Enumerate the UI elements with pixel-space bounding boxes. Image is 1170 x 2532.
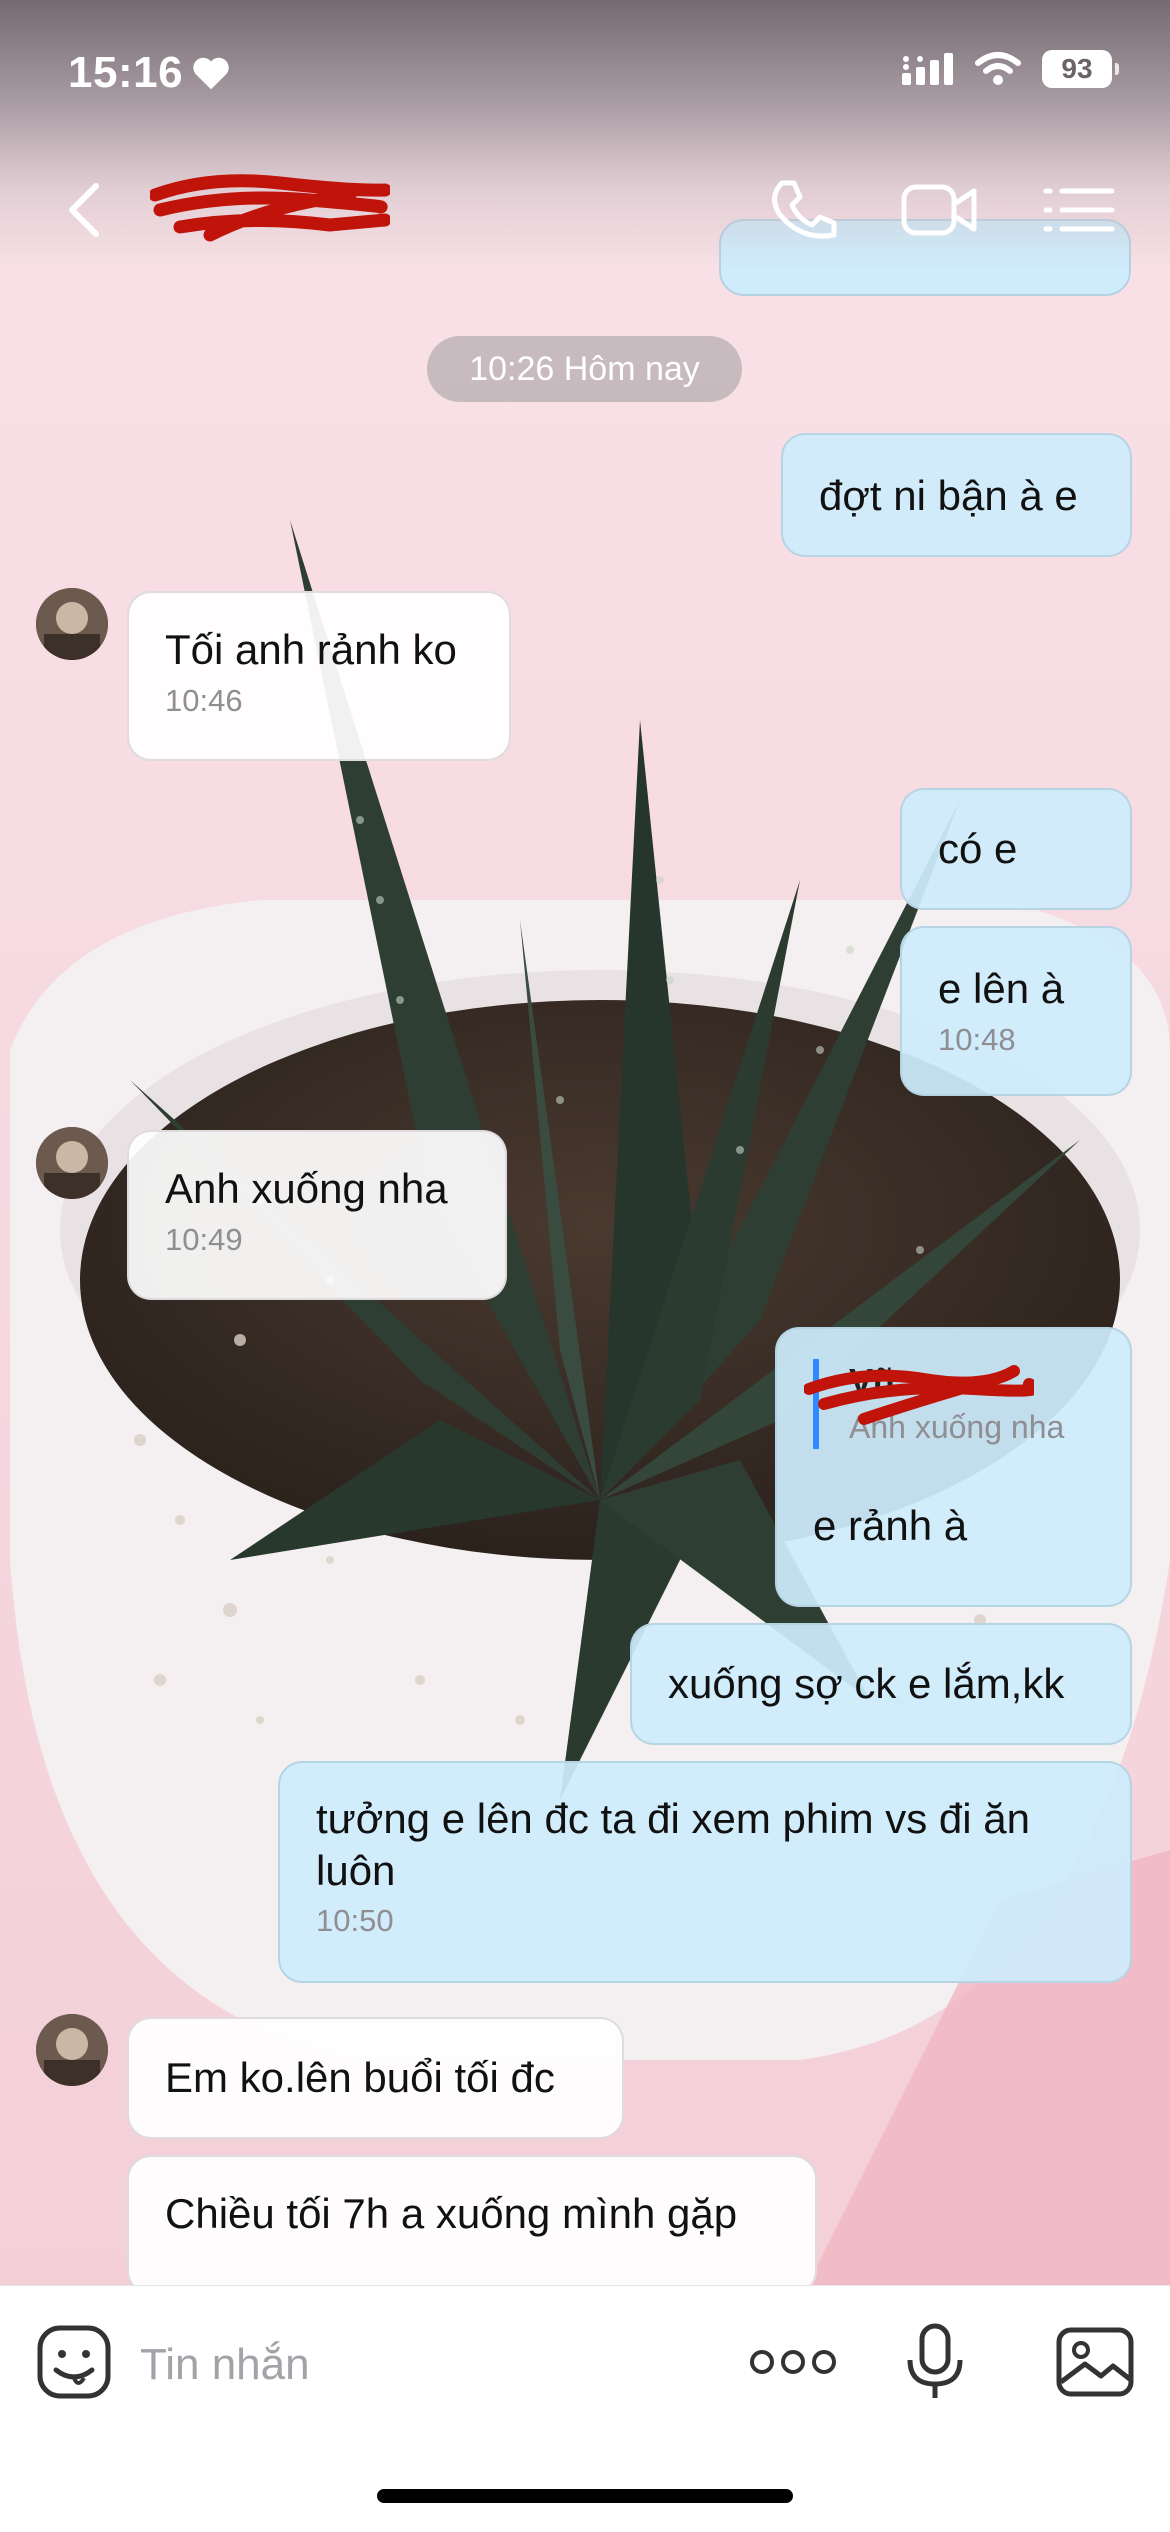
message-bubble-in[interactable]: Tối anh rảnh ko 10:46 xyxy=(127,591,511,761)
message-text: Anh xuống nha xyxy=(165,1165,448,1212)
message-text: Chiều tối 7h a xuống mình gặp xyxy=(165,2190,738,2237)
chat-thread[interactable]: 10:26 Hôm nay đợt ni bận à e Tối anh rản… xyxy=(0,0,1170,2295)
message-bubble-in[interactable]: Chiều tối 7h a xuống mình gặp xyxy=(127,2155,817,2295)
message-bubble-out[interactable]: xuống sợ ck e lắm,kk xyxy=(630,1623,1132,1745)
contact-avatar[interactable] xyxy=(36,1127,108,1199)
reply-quote[interactable]: Vũ Anh xuống nha xyxy=(804,1359,1064,1449)
message-text: e lên à xyxy=(938,965,1065,1012)
contact-name[interactable]: Vũ xyxy=(150,165,390,255)
contact-avatar[interactable] xyxy=(36,2014,108,2086)
message-text: e rảnh à xyxy=(813,1502,968,1549)
chat-header: Vũ xyxy=(0,160,1170,250)
message-time: 10:46 xyxy=(165,683,243,718)
message-bubble-in[interactable]: Anh xuống nha 10:49 xyxy=(127,1130,507,1300)
heart-icon xyxy=(193,57,229,90)
menu-icon[interactable] xyxy=(1040,175,1120,245)
status-indicators: 93 xyxy=(902,50,1119,88)
redaction-scribble xyxy=(804,1365,1034,1425)
message-time: 10:50 xyxy=(316,1903,394,1938)
message-bubble-out[interactable]: tưởng e lên đc ta đi xem phim vs đi ăn l… xyxy=(278,1761,1132,1983)
back-icon[interactable] xyxy=(60,180,110,240)
more-icon[interactable] xyxy=(748,2322,838,2402)
wifi-icon xyxy=(975,52,1021,85)
top-bar: 15:16 93 Vũ xyxy=(0,0,1170,270)
message-bubble-out[interactable]: có e xyxy=(900,788,1132,910)
message-text: xuống sợ ck e lắm,kk xyxy=(668,1660,1065,1707)
status-time: 15:16 xyxy=(68,48,231,98)
sticker-icon[interactable] xyxy=(34,2322,114,2402)
message-bubble-out[interactable]: e lên à 10:48 xyxy=(900,926,1132,1096)
redaction-scribble xyxy=(150,174,390,242)
microphone-icon[interactable] xyxy=(900,2322,970,2402)
battery-icon: 93 xyxy=(1042,50,1119,88)
phone-icon[interactable] xyxy=(762,175,842,245)
message-text: tưởng e lên đc ta đi xem phim vs đi ăn l… xyxy=(316,1795,1030,1894)
reply-author: Vũ xyxy=(804,1359,1064,1425)
message-time: 10:49 xyxy=(165,1222,243,1257)
message-text: đợt ni bận à e xyxy=(819,472,1078,519)
message-input[interactable] xyxy=(140,2322,700,2408)
message-time: 10:48 xyxy=(938,1022,1016,1057)
image-icon[interactable] xyxy=(1055,2322,1135,2402)
message-bubble-out[interactable]: đợt ni bận à e xyxy=(781,433,1132,557)
message-bubble-in[interactable]: Em ko.lên buổi tối đc xyxy=(127,2017,624,2139)
video-icon[interactable] xyxy=(900,175,980,245)
contact-avatar[interactable] xyxy=(36,588,108,660)
message-text: có e xyxy=(938,825,1018,872)
signal-icon xyxy=(902,53,953,85)
date-chip: 10:26 Hôm nay xyxy=(427,336,742,402)
message-bubble-out-reply[interactable]: Vũ Anh xuống nha e rảnh à xyxy=(775,1327,1132,1607)
message-text: Em ko.lên buổi tối đc xyxy=(165,2054,555,2101)
home-indicator[interactable] xyxy=(377,2489,793,2503)
message-text: Tối anh rảnh ko xyxy=(165,626,457,673)
